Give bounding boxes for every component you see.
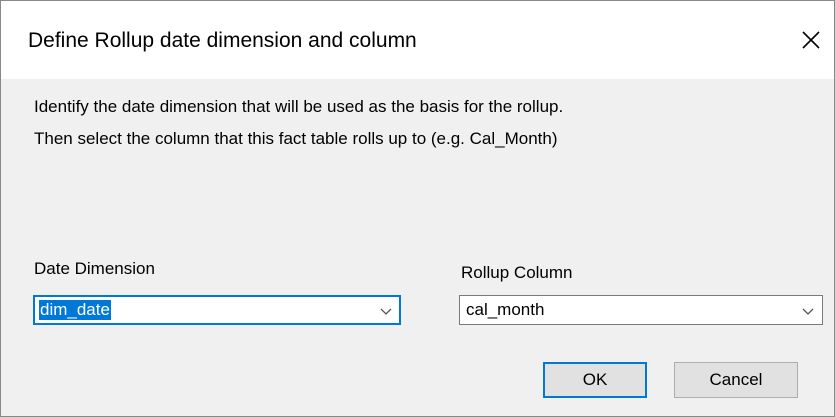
chevron-down-icon[interactable]: [378, 303, 394, 319]
rollup-column-value: cal_month: [466, 300, 545, 319]
date-dimension-label: Date Dimension: [34, 259, 155, 278]
close-button[interactable]: [788, 1, 834, 79]
date-dimension-value: dim_date: [39, 300, 111, 320]
title-bar: Define Rollup date dimension and column: [1, 1, 834, 79]
cancel-button[interactable]: Cancel: [674, 362, 798, 398]
date-dimension-select[interactable]: dim_date: [33, 295, 401, 325]
dialog-title: Define Rollup date dimension and column: [28, 29, 417, 52]
ok-button[interactable]: OK: [543, 362, 647, 398]
instruction-line-2: Then select the column that this fact ta…: [34, 129, 558, 148]
instruction-line-1: Identify the date dimension that will be…: [34, 97, 564, 116]
rollup-column-label: Rollup Column: [461, 263, 573, 282]
chevron-down-icon[interactable]: [800, 303, 816, 319]
rollup-dialog: Define Rollup date dimension and column …: [0, 0, 835, 417]
close-icon: [802, 31, 820, 49]
rollup-column-select[interactable]: cal_month: [459, 295, 823, 325]
